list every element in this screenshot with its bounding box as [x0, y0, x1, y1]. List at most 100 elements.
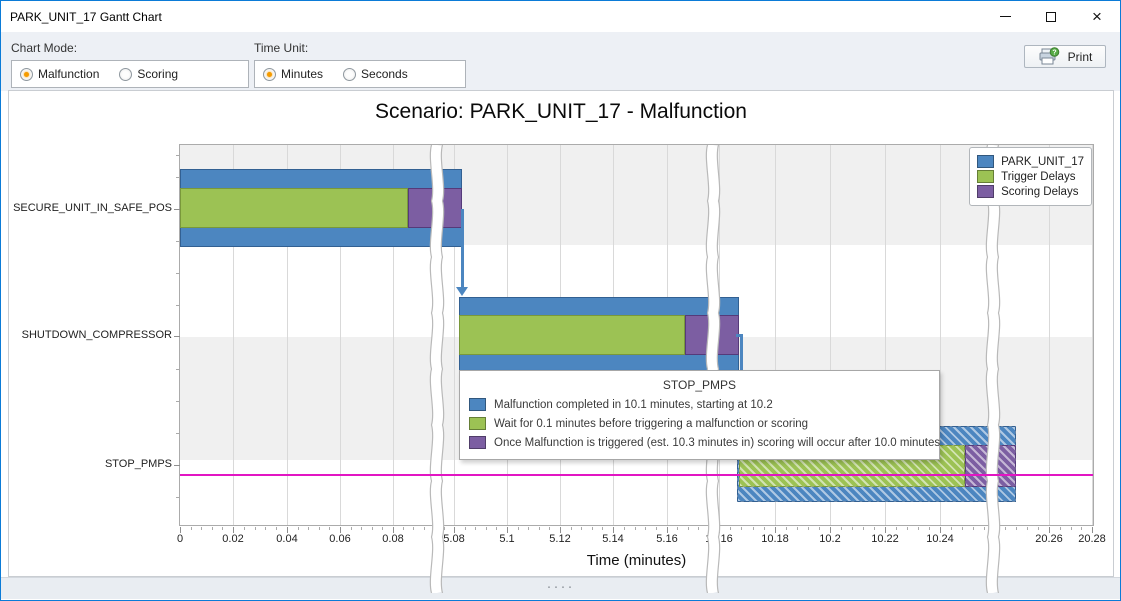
maximize-button[interactable] — [1028, 1, 1074, 32]
tooltip-row: Once Malfunction is triggered (est. 10.3… — [469, 436, 939, 449]
legend: PARK_UNIT_17Trigger DelaysScoring Delays — [969, 147, 1092, 206]
toolbar: Chart Mode: Malfunction Scoring Time Uni… — [1, 32, 1120, 91]
x-minor-tick — [624, 527, 625, 530]
x-axis-title: Time (minutes) — [179, 552, 1094, 569]
print-button-label: Print — [1068, 50, 1093, 64]
titlebar: PARK_UNIT_17 Gantt Chart × — [1, 1, 1120, 32]
legend-swatch-icon — [977, 170, 994, 183]
tooltip-swatch-icon — [469, 417, 486, 430]
x-minor-tick — [730, 527, 731, 530]
trigger-delay-bar[interactable] — [180, 188, 408, 228]
close-button[interactable]: × — [1074, 1, 1120, 32]
chart-mode-label: Chart Mode: — [11, 41, 77, 55]
window-controls: × — [982, 1, 1120, 32]
y-minor-tick — [176, 177, 180, 178]
x-minor-tick — [973, 527, 974, 530]
x-tick-label: 5.14 — [585, 533, 641, 545]
x-tick-label: 5.16 — [639, 533, 695, 545]
x-minor-tick — [539, 527, 540, 530]
radio-minutes[interactable]: Minutes — [263, 67, 323, 81]
x-minor-tick — [244, 527, 245, 530]
x-minor-tick — [1027, 527, 1028, 530]
x-tick-label: 0.08 — [365, 533, 421, 545]
x-minor-tick — [645, 527, 646, 530]
x-minor-tick — [276, 527, 277, 530]
legend-item: Scoring Delays — [977, 185, 1084, 198]
dependency-arrow — [461, 209, 464, 287]
x-minor-tick — [201, 527, 202, 530]
svg-text:?: ? — [1052, 50, 1056, 57]
x-minor-tick — [308, 527, 309, 530]
x-minor-tick — [841, 527, 842, 530]
radio-icon — [119, 68, 132, 81]
radio-scoring[interactable]: Scoring — [119, 67, 178, 81]
minimize-button[interactable] — [982, 1, 1028, 32]
x-minor-tick — [222, 527, 223, 530]
dependency-arrow-stub — [736, 334, 742, 337]
x-tick-label: 10.24 — [912, 533, 968, 545]
x-tick-label: 10.2 — [802, 533, 858, 545]
tooltip: STOP_PMPSMalfunction completed in 10.1 m… — [459, 370, 940, 460]
x-minor-tick — [496, 527, 497, 530]
y-category-label: STOP_PMPS — [10, 458, 172, 470]
x-minor-tick — [372, 527, 373, 530]
tooltip-swatch-icon — [469, 398, 486, 411]
dependency-arrow — [740, 334, 743, 370]
grip-dots-icon: ···· — [547, 578, 575, 595]
x-minor-tick — [962, 527, 963, 530]
print-button[interactable]: ? Print — [1024, 45, 1106, 68]
x-minor-tick — [329, 527, 330, 530]
radio-malfunction[interactable]: Malfunction — [20, 67, 99, 81]
x-minor-tick — [424, 527, 425, 530]
tooltip-title: STOP_PMPS — [460, 378, 939, 392]
x-minor-tick — [1038, 527, 1039, 530]
trigger-delay-bar[interactable] — [459, 315, 685, 355]
x-minor-tick — [1005, 527, 1006, 530]
gridline — [1092, 145, 1093, 525]
x-tick-label: 0 — [152, 533, 208, 545]
print-icon: ? — [1038, 47, 1060, 66]
chart-title: Scenario: PARK_UNIT_17 - Malfunction — [9, 100, 1113, 124]
x-minor-tick — [698, 527, 699, 530]
x-tick-label: 10.22 — [857, 533, 913, 545]
x-minor-tick — [874, 527, 875, 530]
time-unit-label: Time Unit: — [254, 41, 308, 55]
chart-panel: Scenario: PARK_UNIT_17 - Malfunction 00.… — [8, 90, 1114, 577]
x-minor-tick — [361, 527, 362, 530]
app-window: PARK_UNIT_17 Gantt Chart × Chart Mode: M… — [0, 0, 1121, 601]
x-minor-tick — [1071, 527, 1072, 530]
x-minor-tick — [797, 527, 798, 530]
x-minor-tick — [592, 527, 593, 530]
x-minor-tick — [191, 527, 192, 530]
time-unit-group: Minutes Seconds — [254, 60, 466, 88]
x-minor-tick — [1060, 527, 1061, 530]
row-highlight-line — [180, 474, 1093, 476]
legend-swatch-icon — [977, 155, 994, 168]
x-minor-tick — [1081, 527, 1082, 530]
x-minor-tick — [486, 527, 487, 530]
x-minor-tick — [786, 527, 787, 530]
x-minor-tick — [351, 527, 352, 530]
y-minor-tick — [176, 305, 180, 306]
y-major-tick — [174, 336, 180, 337]
radio-label: Malfunction — [38, 67, 99, 81]
x-tick-label: 10.18 — [747, 533, 803, 545]
x-minor-tick — [549, 527, 550, 530]
x-minor-tick — [475, 527, 476, 530]
x-minor-tick — [907, 527, 908, 530]
x-minor-tick — [298, 527, 299, 530]
close-icon: × — [1092, 7, 1102, 27]
radio-seconds[interactable]: Seconds — [343, 67, 408, 81]
y-major-tick — [174, 465, 180, 466]
minimize-icon — [1000, 16, 1011, 17]
tooltip-row: Wait for 0.1 minutes before triggering a… — [469, 417, 939, 430]
x-minor-tick — [753, 527, 754, 530]
x-tick-label: 20.28 — [1064, 533, 1120, 545]
x-minor-tick — [852, 527, 853, 530]
radio-label: Seconds — [361, 67, 408, 81]
x-tick-label: 5.1 — [479, 533, 535, 545]
x-tick-label: 0.02 — [205, 533, 261, 545]
x-minor-tick — [918, 527, 919, 530]
x-minor-tick — [602, 527, 603, 530]
footer-splitter[interactable]: ···· — [1, 577, 1120, 599]
